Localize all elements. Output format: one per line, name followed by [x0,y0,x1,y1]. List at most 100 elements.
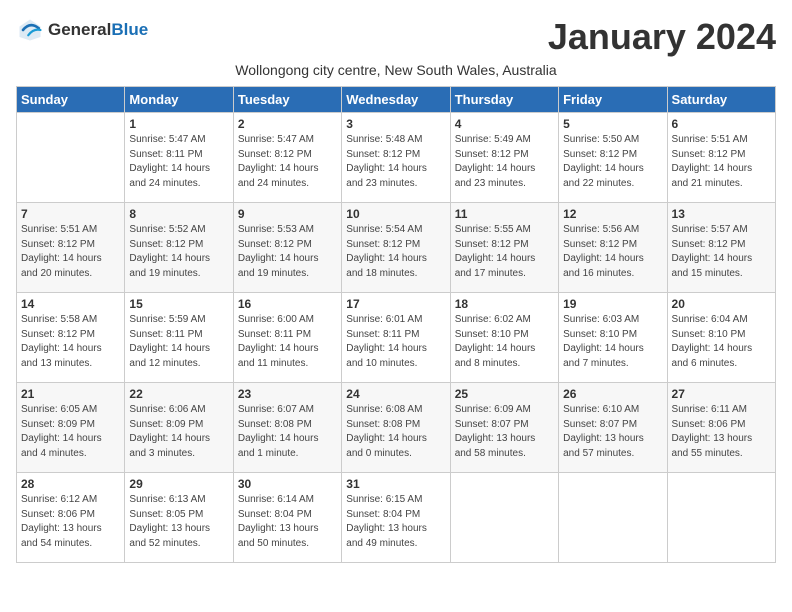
day-info: Sunrise: 6:00 AM Sunset: 8:11 PM Dayligh… [238,313,337,371]
calendar-cell: 19 Sunrise: 6:03 AM Sunset: 8:10 PM Dayli… [559,293,667,383]
day-number: 28 [21,477,120,491]
day-number: 4 [455,117,554,131]
calendar-cell: 10 Sunrise: 5:54 AM Sunset: 8:12 PM Dayli… [342,203,450,293]
day-of-week-header: Sunday [17,87,125,113]
day-info: Sunrise: 6:11 AM Sunset: 8:06 PM Dayligh… [672,403,771,461]
calendar-cell: 27Sunrise: 6:11 AM Sunset: 8:06 PM Dayli… [667,383,775,473]
day-info: Sunrise: 5:51 AM Sunset: 8:12 PM Dayligh… [672,133,771,191]
calendar-cell [17,113,125,203]
day-of-week-header: Thursday [450,87,558,113]
day-of-week-header: Wednesday [342,87,450,113]
day-info: Sunrise: 5:53 AM Sunset: 8:12 PM Dayligh… [238,223,337,281]
calendar-cell: 14 Sunrise: 5:58 AM Sunset: 8:12 PM Dayli… [17,293,125,383]
calendar-cell: 4 Sunrise: 5:49 AM Sunset: 8:12 PM Daylig… [450,113,558,203]
calendar-cell: 22Sunrise: 6:06 AM Sunset: 8:09 PM Dayli… [125,383,233,473]
day-info: Sunrise: 5:51 AM Sunset: 8:12 PM Dayligh… [21,223,120,281]
day-info: Sunrise: 5:48 AM Sunset: 8:12 PM Dayligh… [346,133,445,191]
calendar-cell: 9 Sunrise: 5:53 AM Sunset: 8:12 PM Daylig… [233,203,341,293]
day-info: Sunrise: 6:01 AM Sunset: 8:11 PM Dayligh… [346,313,445,371]
day-number: 30 [238,477,337,491]
calendar-cell: 29Sunrise: 6:13 AM Sunset: 8:05 PM Dayli… [125,473,233,563]
calendar-cell: 30 Sunrise: 6:14 AM Sunset: 8:04 PM Dayli… [233,473,341,563]
day-info: Sunrise: 5:50 AM Sunset: 8:12 PM Dayligh… [563,133,662,191]
calendar-cell: 17 Sunrise: 6:01 AM Sunset: 8:11 PM Dayli… [342,293,450,383]
day-number: 31 [346,477,445,491]
calendar-cell: 18 Sunrise: 6:02 AM Sunset: 8:10 PM Dayli… [450,293,558,383]
day-info: Sunrise: 6:14 AM Sunset: 8:04 PM Dayligh… [238,493,337,551]
day-info: Sunrise: 6:03 AM Sunset: 8:10 PM Dayligh… [563,313,662,371]
calendar-cell [559,473,667,563]
page-header: GeneralBlue January 2024 [16,16,776,58]
day-info: Sunrise: 6:05 AM Sunset: 8:09 PM Dayligh… [21,403,120,461]
day-info: Sunrise: 5:47 AM Sunset: 8:11 PM Dayligh… [129,133,228,191]
day-info: Sunrise: 5:55 AM Sunset: 8:12 PM Dayligh… [455,223,554,281]
calendar-header-row: SundayMondayTuesdayWednesdayThursdayFrid… [17,87,776,113]
day-info: Sunrise: 5:52 AM Sunset: 8:12 PM Dayligh… [129,223,228,281]
day-number: 6 [672,117,771,131]
calendar-cell: 7 Sunrise: 5:51 AM Sunset: 8:12 PM Daylig… [17,203,125,293]
day-number: 13 [672,207,771,221]
calendar-cell: 5 Sunrise: 5:50 AM Sunset: 8:12 PM Daylig… [559,113,667,203]
logo-icon [16,16,44,44]
logo-general: General [48,20,111,39]
day-info: Sunrise: 5:58 AM Sunset: 8:12 PM Dayligh… [21,313,120,371]
calendar-cell: 28 Sunrise: 6:12 AM Sunset: 8:06 PM Dayli… [17,473,125,563]
day-of-week-header: Monday [125,87,233,113]
day-info: Sunrise: 5:54 AM Sunset: 8:12 PM Dayligh… [346,223,445,281]
day-number: 25 [455,387,554,401]
day-info: Sunrise: 6:02 AM Sunset: 8:10 PM Dayligh… [455,313,554,371]
subtitle: Wollongong city centre, New South Wales,… [16,62,776,78]
day-of-week-header: Saturday [667,87,775,113]
calendar-cell: 15 Sunrise: 5:59 AM Sunset: 8:11 PM Dayli… [125,293,233,383]
day-number: 14 [21,297,120,311]
calendar-cell: 23Sunrise: 6:07 AM Sunset: 8:08 PM Dayli… [233,383,341,473]
day-info: Sunrise: 5:59 AM Sunset: 8:11 PM Dayligh… [129,313,228,371]
calendar-table: SundayMondayTuesdayWednesdayThursdayFrid… [16,86,776,563]
calendar-cell: 20Sunrise: 6:04 AM Sunset: 8:10 PM Dayli… [667,293,775,383]
logo-blue: Blue [111,20,148,39]
calendar-cell [667,473,775,563]
day-of-week-header: Tuesday [233,87,341,113]
day-number: 10 [346,207,445,221]
day-number: 21 [21,387,120,401]
calendar-cell: 24 Sunrise: 6:08 AM Sunset: 8:08 PM Dayli… [342,383,450,473]
day-number: 17 [346,297,445,311]
calendar-week-row: 14 Sunrise: 5:58 AM Sunset: 8:12 PM Dayli… [17,293,776,383]
day-number: 8 [129,207,228,221]
logo: GeneralBlue [16,16,148,44]
day-info: Sunrise: 6:08 AM Sunset: 8:08 PM Dayligh… [346,403,445,461]
day-number: 3 [346,117,445,131]
month-title: January 2024 [548,16,776,58]
day-number: 9 [238,207,337,221]
day-number: 11 [455,207,554,221]
day-number: 12 [563,207,662,221]
day-info: Sunrise: 6:12 AM Sunset: 8:06 PM Dayligh… [21,493,120,551]
calendar-week-row: 21 Sunrise: 6:05 AM Sunset: 8:09 PM Dayli… [17,383,776,473]
day-info: Sunrise: 5:56 AM Sunset: 8:12 PM Dayligh… [563,223,662,281]
day-number: 24 [346,387,445,401]
calendar-week-row: 7 Sunrise: 5:51 AM Sunset: 8:12 PM Daylig… [17,203,776,293]
day-number: 7 [21,207,120,221]
calendar-cell: 8 Sunrise: 5:52 AM Sunset: 8:12 PM Daylig… [125,203,233,293]
calendar-cell: 13Sunrise: 5:57 AM Sunset: 8:12 PM Dayli… [667,203,775,293]
day-info: Sunrise: 6:06 AM Sunset: 8:09 PM Dayligh… [129,403,228,461]
calendar-cell: 2Sunrise: 5:47 AM Sunset: 8:12 PM Daylig… [233,113,341,203]
day-of-week-header: Friday [559,87,667,113]
calendar-cell: 25 Sunrise: 6:09 AM Sunset: 8:07 PM Dayli… [450,383,558,473]
day-number: 5 [563,117,662,131]
calendar-cell: 21 Sunrise: 6:05 AM Sunset: 8:09 PM Dayli… [17,383,125,473]
day-info: Sunrise: 6:09 AM Sunset: 8:07 PM Dayligh… [455,403,554,461]
day-info: Sunrise: 5:49 AM Sunset: 8:12 PM Dayligh… [455,133,554,191]
day-number: 15 [129,297,228,311]
calendar-cell [450,473,558,563]
calendar-cell: 12 Sunrise: 5:56 AM Sunset: 8:12 PM Dayli… [559,203,667,293]
day-info: Sunrise: 6:10 AM Sunset: 8:07 PM Dayligh… [563,403,662,461]
day-number: 19 [563,297,662,311]
logo-text: GeneralBlue [48,20,148,40]
calendar-week-row: 1 Sunrise: 5:47 AM Sunset: 8:11 PM Daylig… [17,113,776,203]
calendar-cell: 26Sunrise: 6:10 AM Sunset: 8:07 PM Dayli… [559,383,667,473]
day-info: Sunrise: 6:07 AM Sunset: 8:08 PM Dayligh… [238,403,337,461]
day-number: 18 [455,297,554,311]
day-number: 2 [238,117,337,131]
day-number: 1 [129,117,228,131]
